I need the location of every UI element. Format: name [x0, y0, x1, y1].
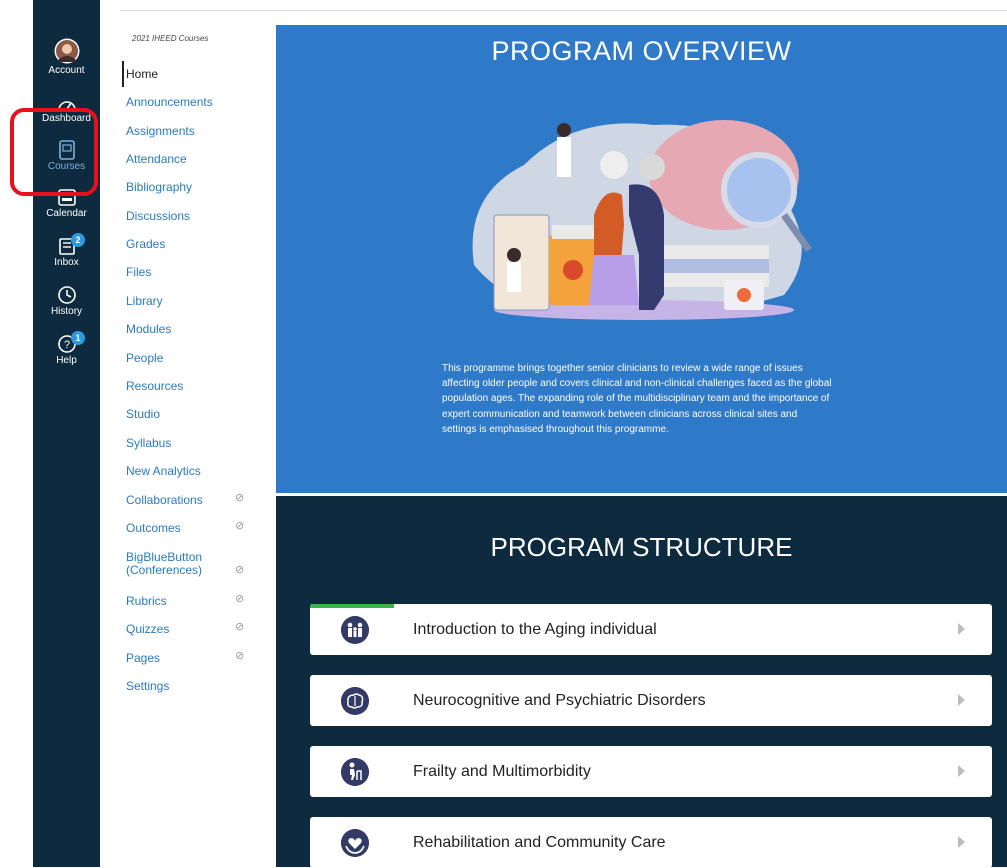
course-nav-files[interactable]: Files	[126, 265, 151, 279]
course-nav-settings[interactable]: Settings	[126, 679, 169, 693]
chevron-right-icon[interactable]	[958, 623, 965, 635]
top-divider	[120, 10, 1007, 11]
program-structure-title: PROGRAM STRUCTURE	[490, 532, 793, 562]
family-icon	[341, 616, 369, 644]
nav-help-label: Help	[56, 355, 77, 366]
program-structure-section: PROGRAM STRUCTURE Introduction to the Ag…	[276, 496, 1007, 868]
breadcrumb[interactable]: 2021 IHEED Courses	[132, 34, 208, 43]
hidden-eye-icon: ⊘	[235, 650, 245, 662]
course-nav-collaborations[interactable]: Collaborations	[126, 493, 203, 507]
highlight-annotation	[10, 108, 98, 196]
inbox-badge: 2	[71, 233, 85, 247]
chevron-right-icon[interactable]	[958, 694, 965, 706]
course-nav-attendance[interactable]: Attendance	[126, 152, 187, 166]
module-title: Frailty and Multimorbidity	[413, 763, 591, 780]
course-nav-home[interactable]: Home	[126, 67, 158, 81]
svg-text:?: ?	[63, 339, 69, 351]
nav-help[interactable]: ? 1 Help	[33, 331, 100, 366]
course-nav-syllabus[interactable]: Syllabus	[126, 436, 171, 450]
chevron-right-icon[interactable]	[958, 765, 965, 777]
course-nav-outcomes[interactable]: Outcomes	[126, 521, 181, 535]
hidden-eye-icon: ⊘	[235, 520, 245, 532]
nav-calendar-label: Calendar	[46, 208, 87, 219]
course-nav-bigbluebutton-line2: (Conferences)	[126, 563, 203, 577]
hidden-eye-icon: ⊘	[235, 564, 245, 576]
heart-hands-icon	[341, 829, 369, 857]
course-nav-announcements[interactable]: Announcements	[126, 95, 213, 109]
course-nav-grades[interactable]: Grades	[126, 237, 165, 251]
active-indicator	[122, 61, 124, 87]
nav-history-label: History	[50, 306, 83, 317]
brain-icon	[341, 687, 369, 715]
module-card[interactable]: Neurocognitive and Psychiatric Disorders	[310, 675, 992, 726]
module-title: Rehabilitation and Community Care	[413, 834, 666, 851]
module-card[interactable]: Introduction to the Aging individual	[310, 604, 992, 655]
module-card[interactable]: Rehabilitation and Community Care	[310, 817, 992, 868]
course-nav-rubrics[interactable]: Rubrics	[126, 594, 167, 608]
help-badge: 1	[71, 331, 85, 345]
course-nav-resources[interactable]: Resources	[126, 379, 183, 393]
module-card[interactable]: Frailty and Multimorbidity	[310, 746, 992, 797]
history-icon	[57, 286, 76, 304]
hidden-eye-icon: ⊘	[235, 621, 245, 633]
nav-account[interactable]: Account	[33, 38, 100, 76]
course-nav-library[interactable]: Library	[126, 294, 163, 308]
course-nav-assignments[interactable]: Assignments	[126, 124, 195, 138]
course-nav-bibliography[interactable]: Bibliography	[126, 180, 192, 194]
module-title: Introduction to the Aging individual	[413, 621, 657, 638]
course-nav-quizzes[interactable]: Quizzes	[126, 622, 169, 636]
elderly-walker-icon	[341, 758, 369, 786]
course-nav-new-analytics[interactable]: New Analytics	[126, 464, 201, 478]
course-nav-modules[interactable]: Modules	[126, 322, 171, 336]
nav-account-label: Account	[48, 65, 85, 76]
elderly-care-illustration	[472, 120, 812, 320]
course-nav-bigbluebutton-line1: BigBlueButton	[126, 550, 203, 564]
program-overview-description: This programme brings together senior cl…	[442, 363, 832, 435]
course-nav-discussions[interactable]: Discussions	[126, 209, 190, 223]
module-progress-bar	[310, 604, 394, 608]
hidden-eye-icon: ⊘	[235, 492, 245, 504]
nav-history[interactable]: History	[33, 285, 100, 317]
program-overview-title: PROGRAM OVERVIEW	[491, 36, 792, 66]
course-nav-studio[interactable]: Studio	[126, 407, 160, 421]
program-overview-section: PROGRAM OVERVIEW This programme brings t…	[276, 25, 1007, 493]
avatar	[54, 38, 79, 64]
nav-inbox[interactable]: 2 Inbox	[33, 233, 100, 268]
hidden-eye-icon: ⊘	[235, 593, 245, 605]
module-title: Neurocognitive and Psychiatric Disorders	[413, 692, 706, 709]
course-nav-pages[interactable]: Pages	[126, 651, 160, 665]
chevron-right-icon[interactable]	[958, 836, 965, 848]
course-nav-bigbluebutton[interactable]: BigBlueButton (Conferences)	[126, 551, 202, 577]
course-nav-people[interactable]: People	[126, 351, 163, 365]
nav-inbox-label: Inbox	[54, 257, 79, 268]
